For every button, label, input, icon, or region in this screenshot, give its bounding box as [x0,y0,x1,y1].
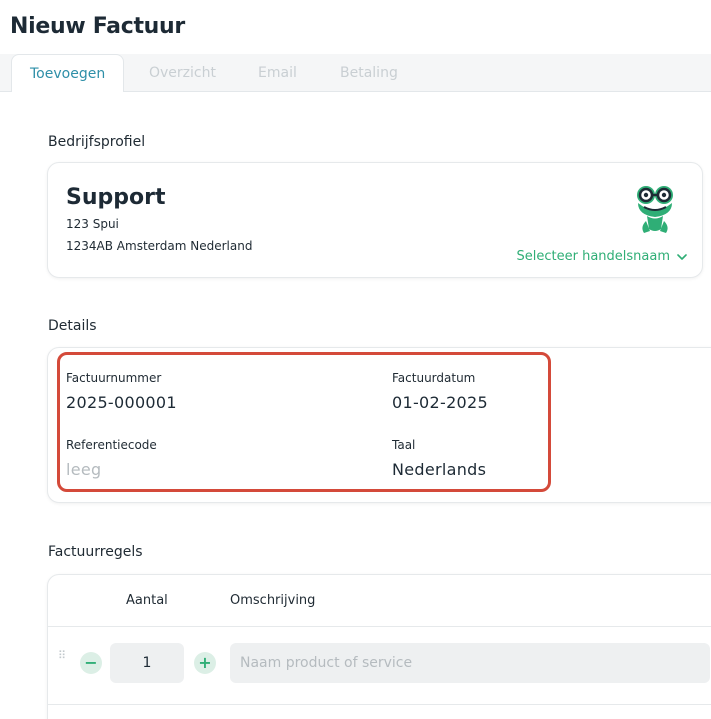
details-highlight-frame [57,352,551,492]
tab-bar: Toevoegen Overzicht Email Betaling [0,54,711,93]
frog-mascot-icon [637,186,673,233]
column-quantity-header: Aantal [126,593,168,608]
company-section-label: Bedrijfsprofiel [48,134,146,150]
tab-betaling[interactable]: Betaling [322,54,416,92]
page-title: Nieuw Factuur [10,14,185,39]
details-section-label: Details [48,318,97,334]
select-trade-name-dropdown[interactable]: Selecteer handelsnaam [517,249,689,264]
tab-toevoegen[interactable]: Toevoegen [11,54,125,93]
company-card: Support 123 Spui 1234AB Amsterdam Nederl… [47,162,703,278]
drag-handle-icon[interactable]: ⠿ [58,650,68,665]
quantity-decrease-button[interactable]: − [80,652,102,674]
chevron-down-icon [677,253,687,260]
invoice-lines-section-label: Factuurregels [48,544,143,560]
invoice-lines-card: Aantal Omschrijving ⠿ − 1 + Naam product… [47,574,711,719]
company-address-line2: 1234AB Amsterdam Nederland [66,239,253,253]
invoice-line-row: ⠿ − 1 + Naam product of service [48,627,711,705]
invoice-lines-header: Aantal Omschrijving [48,575,711,627]
company-name: Support [66,185,166,210]
column-description-header: Omschrijving [230,593,316,608]
tab-email[interactable]: Email [240,54,315,92]
quantity-increase-button[interactable]: + [194,652,216,674]
select-trade-name-label: Selecteer handelsnaam [516,249,671,264]
quantity-input[interactable]: 1 [110,643,184,683]
tab-overzicht[interactable]: Overzicht [131,54,234,92]
description-input[interactable]: Naam product of service [230,643,710,683]
company-address-line1: 123 Spui [66,217,119,231]
